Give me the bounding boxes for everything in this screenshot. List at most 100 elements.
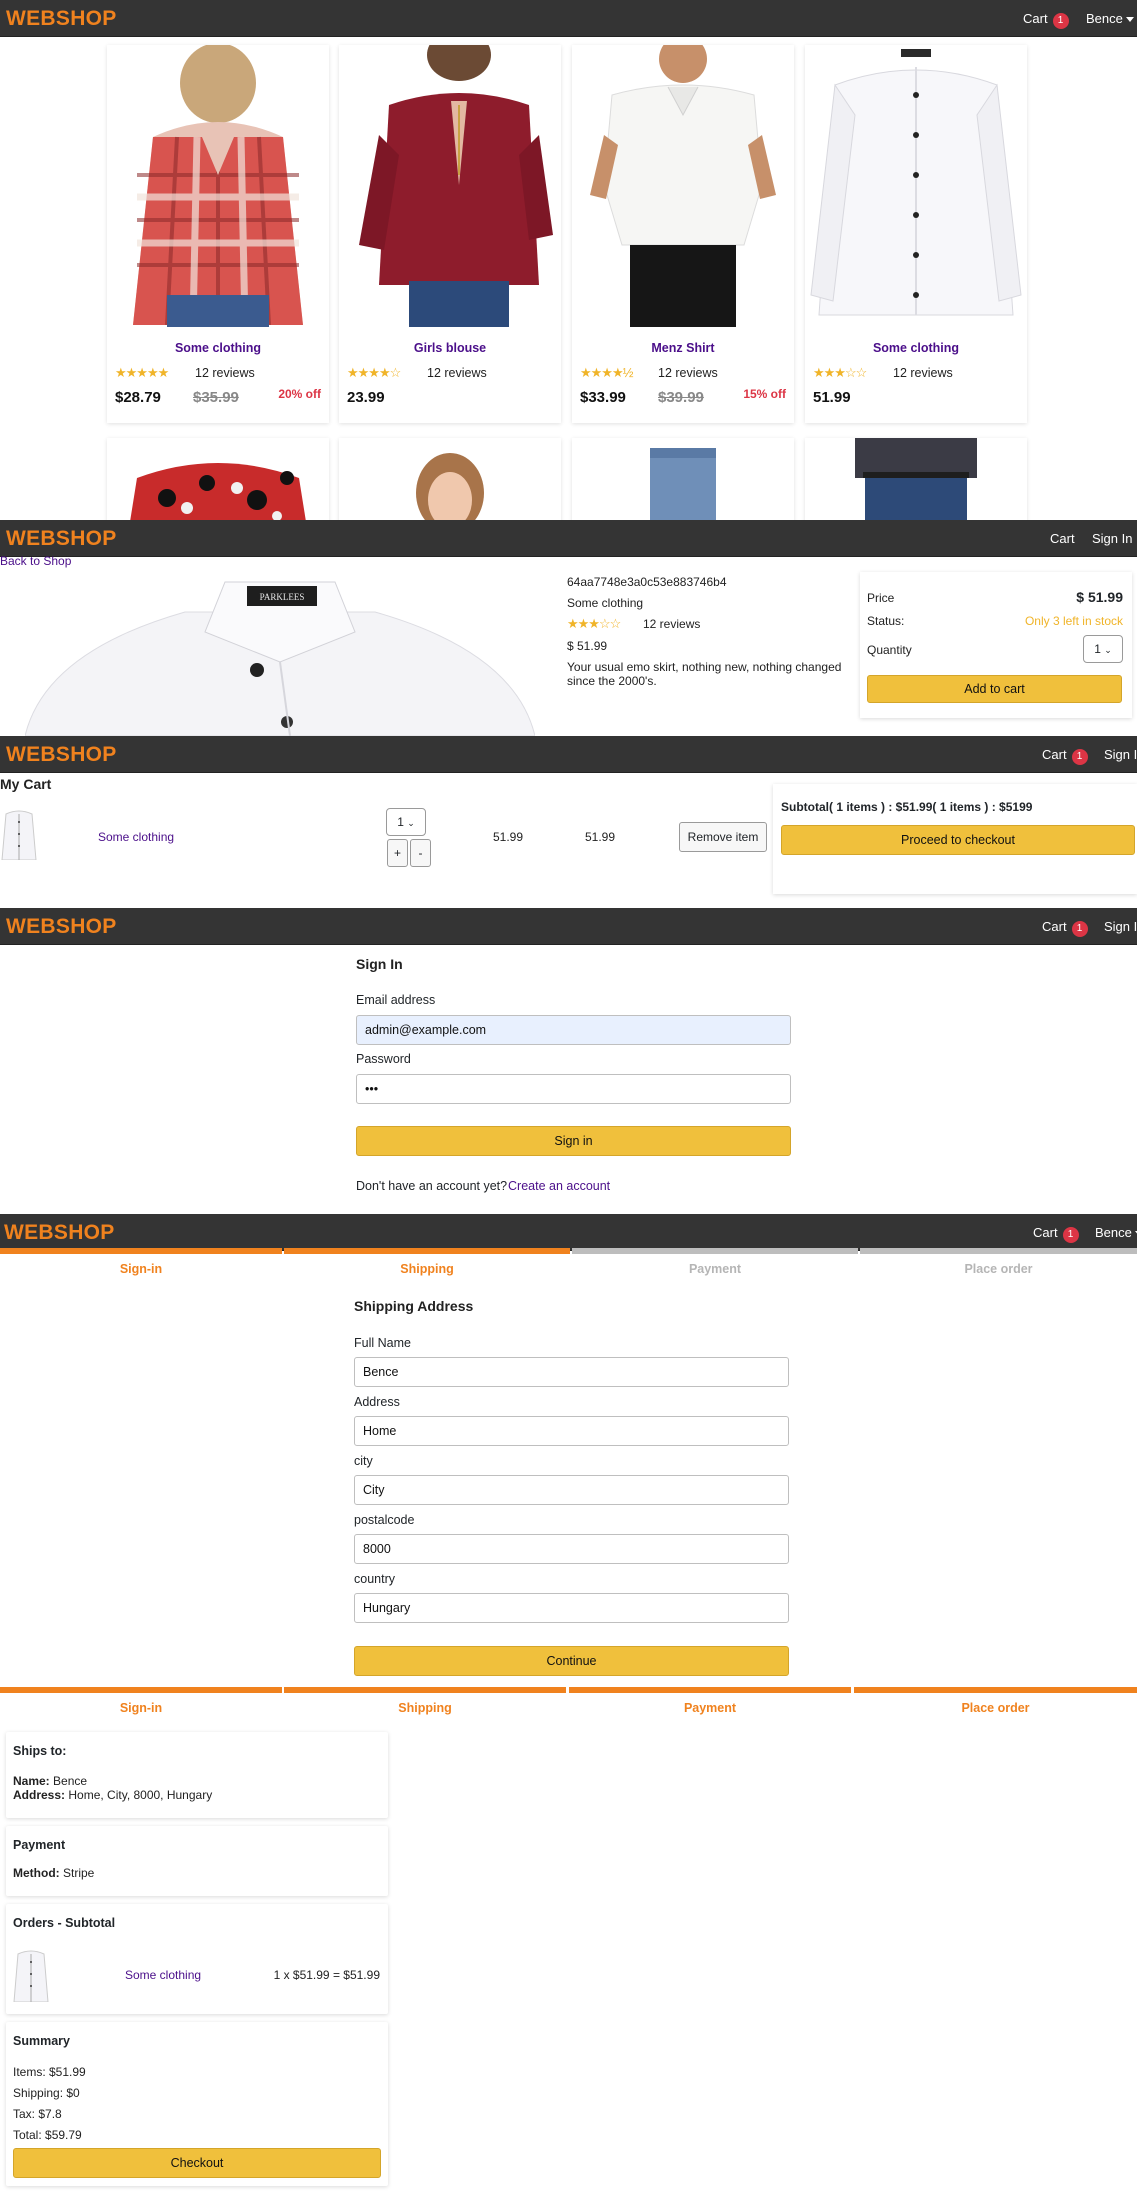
quantity-select[interactable]: 1 ⌄: [1083, 635, 1123, 663]
unit-price: 51.99: [493, 830, 524, 844]
step-bar-shipping: [284, 1248, 570, 1254]
summary-title: Summary: [13, 2034, 70, 2048]
product-card[interactable]: [805, 438, 1027, 520]
step-sign-in: Sign-in: [119, 1701, 163, 1715]
discount-label: 20% off: [278, 387, 321, 401]
price-label: Price: [867, 591, 895, 605]
product-image[interactable]: [107, 438, 329, 520]
back-to-shop-link[interactable]: Back to Shop: [0, 554, 71, 568]
discount-label: 15% off: [743, 387, 786, 401]
rating-stars-icon: ★★★★☆: [347, 365, 401, 380]
product-image[interactable]: [572, 45, 794, 327]
cart-link[interactable]: Cart 1: [1042, 919, 1088, 937]
sign-in-link[interactable]: Sign I: [1104, 747, 1137, 762]
product-main-image: PARKLEES: [25, 572, 535, 736]
cart-link[interactable]: Cart 1: [1023, 11, 1069, 29]
summary-panel: Summary Items: $51.99 Shipping: $0 Tax: …: [6, 2022, 388, 2186]
status-label: Status:: [867, 614, 905, 628]
product-card[interactable]: Menz Shirt ★★★★½ 12 reviews $33.99 $39.9…: [572, 45, 794, 423]
address-value: Home, City, 8000, Hungary: [68, 1788, 213, 1802]
step-payment: Payment: [683, 1701, 737, 1715]
product-name[interactable]: Some clothing: [805, 341, 1027, 355]
product-description: Your usual emo skirt, nothing new, nothi…: [567, 660, 842, 688]
order-item-calc: 1 x $51.99 = $51.99: [273, 1968, 380, 1982]
cart-screen: WEBSHOP Cart 1 Sign I My Cart Some clothi…: [0, 736, 1137, 908]
brand-logo[interactable]: WEBSHOP: [6, 527, 117, 551]
create-account-link[interactable]: Create an account: [508, 1179, 610, 1193]
review-count: 12 reviews: [658, 366, 718, 380]
full-name-field[interactable]: Bence: [354, 1357, 789, 1387]
step-shipping: Shipping: [398, 1701, 452, 1715]
rating-stars-icon: ★★★★½: [580, 365, 633, 380]
shipping-address: Address: Home, City, 8000, Hungary: [13, 1788, 212, 1802]
order-item-thumbnail[interactable]: [12, 1948, 50, 2003]
brand-logo[interactable]: WEBSHOP: [6, 915, 117, 939]
cart-label: Cart: [1042, 747, 1067, 762]
payment-method: Method: Stripe: [13, 1866, 94, 1880]
no-account-text: Don't have an account yet?: [356, 1179, 508, 1193]
user-menu[interactable]: Bence: [1086, 11, 1134, 26]
brand-logo[interactable]: WEBSHOP: [4, 1221, 115, 1245]
full-name-label: Full Name: [354, 1336, 411, 1350]
sign-in-screen: WEBSHOP Cart 1 Sign I Sign In Email addre…: [0, 908, 1137, 1212]
step-bar-place-order: [854, 1687, 1137, 1693]
brand-logo[interactable]: WEBSHOP: [6, 743, 117, 767]
sign-in-link[interactable]: Sign I: [1104, 919, 1137, 934]
name-key: Name:: [13, 1774, 50, 1788]
password-field[interactable]: •••: [356, 1074, 791, 1104]
order-item-name[interactable]: Some clothing: [125, 1968, 201, 1982]
cart-link[interactable]: Cart: [1050, 531, 1075, 546]
product-card[interactable]: Some clothing ★★★★★ 12 reviews $28.79 $3…: [107, 45, 329, 423]
city-field[interactable]: City: [354, 1475, 789, 1505]
product-image[interactable]: [107, 45, 329, 327]
review-count: 12 reviews: [893, 366, 953, 380]
cart-link[interactable]: Cart 1: [1033, 1225, 1079, 1243]
product-card[interactable]: Some clothing ★★★☆☆ 12 reviews 51.99: [805, 45, 1027, 423]
sign-in-button[interactable]: Sign in: [356, 1126, 791, 1156]
place-order-screen: Sign-in Shipping Payment Place order Shi…: [0, 1686, 1137, 2204]
step-place-order: Place order: [964, 1262, 1033, 1276]
brand-logo[interactable]: WEBSHOP: [6, 7, 117, 31]
checkout-button[interactable]: Checkout: [13, 2148, 381, 2178]
product-name[interactable]: Some clothing: [107, 341, 329, 355]
product-image[interactable]: [805, 438, 1027, 520]
continue-button[interactable]: Continue: [354, 1646, 789, 1676]
city-label: city: [354, 1454, 373, 1468]
product-card[interactable]: [572, 438, 794, 520]
product-image[interactable]: [339, 438, 561, 520]
email-field[interactable]: admin@example.com: [356, 1015, 791, 1045]
product-name: Some clothing: [567, 596, 644, 610]
product-price: 23.99: [347, 389, 385, 406]
method-key: Method:: [13, 1866, 60, 1880]
user-menu[interactable]: Bence: [1095, 1225, 1137, 1240]
product-image[interactable]: [339, 45, 561, 327]
product-image[interactable]: [805, 45, 1027, 327]
summary-items: Items: $51.99: [13, 2065, 86, 2079]
sign-in-link[interactable]: Sign In: [1092, 531, 1132, 546]
brand-tag-text: PARKLEES: [260, 592, 305, 602]
country-field[interactable]: Hungary: [354, 1593, 789, 1623]
product-price: $ 51.99: [567, 639, 608, 653]
proceed-to-checkout-button[interactable]: Proceed to checkout: [781, 825, 1135, 855]
quantity-select[interactable]: 1 ⌄: [386, 808, 426, 836]
increase-quantity-button[interactable]: +: [387, 839, 408, 867]
product-detail-screen: WEBSHOP Cart Sign In Back to Shop PARKLE…: [0, 520, 1137, 736]
cart-item-name[interactable]: Some clothing: [98, 830, 174, 844]
remove-item-button[interactable]: Remove item: [679, 822, 767, 852]
decrease-quantity-button[interactable]: -: [410, 839, 431, 867]
top-navbar: WEBSHOP Cart 1 Sign I: [0, 736, 1137, 773]
summary-tax: Tax: $7.8: [13, 2107, 62, 2121]
cart-item-thumbnail[interactable]: [0, 808, 38, 861]
cart-link[interactable]: Cart 1: [1042, 747, 1088, 765]
postal-code-field[interactable]: 8000: [354, 1534, 789, 1564]
add-to-cart-button[interactable]: Add to cart: [867, 675, 1122, 703]
product-card[interactable]: [107, 438, 329, 520]
product-name[interactable]: Girls blouse: [339, 341, 561, 355]
shipping-name: Name: Bence: [13, 1774, 87, 1788]
step-bar-sign-in: [0, 1687, 282, 1693]
product-card[interactable]: Girls blouse ★★★★☆ 12 reviews 23.99: [339, 45, 561, 423]
product-name[interactable]: Menz Shirt: [572, 341, 794, 355]
address-field[interactable]: Home: [354, 1416, 789, 1446]
product-card[interactable]: [339, 438, 561, 520]
product-image[interactable]: [572, 438, 794, 520]
